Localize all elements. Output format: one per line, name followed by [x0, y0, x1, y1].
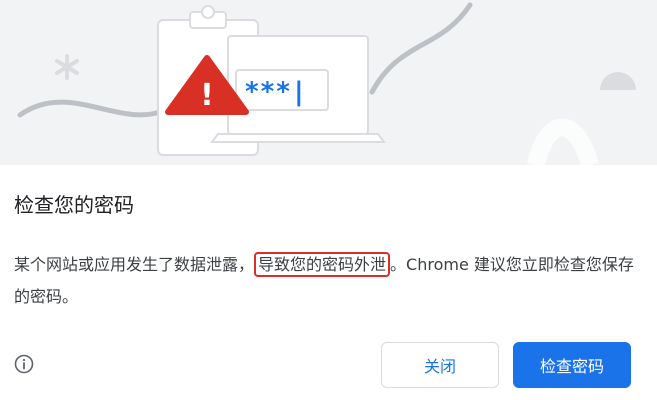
illustration-banner: ***| ! [0, 0, 657, 165]
illustration: ***| ! [17, 2, 636, 165]
warning-exclamation: ! [200, 78, 214, 113]
dialog-message: 某个网站或应用发生了数据泄露， 导致您的密码外泄 。Chrome 建议您立即检查您保… [14, 249, 639, 313]
message-text-start: 某个网站或应用发生了数据泄露， [14, 255, 255, 274]
password-check-dialog: ***| ! 检查您的密码 某个网站或应用发生了数据泄露， 导致您的密码外泄 。Ch… [0, 0, 657, 400]
asterisk-icon [55, 54, 79, 80]
check-passwords-button[interactable]: 检查密码 [513, 342, 631, 388]
password-mask-text: ***| [244, 77, 307, 107]
info-icon[interactable] [14, 354, 34, 374]
dialog-title: 检查您的密码 [14, 193, 134, 217]
close-button[interactable]: 关闭 [381, 342, 499, 388]
message-highlight: 导致您的密码外泄 [254, 252, 391, 277]
